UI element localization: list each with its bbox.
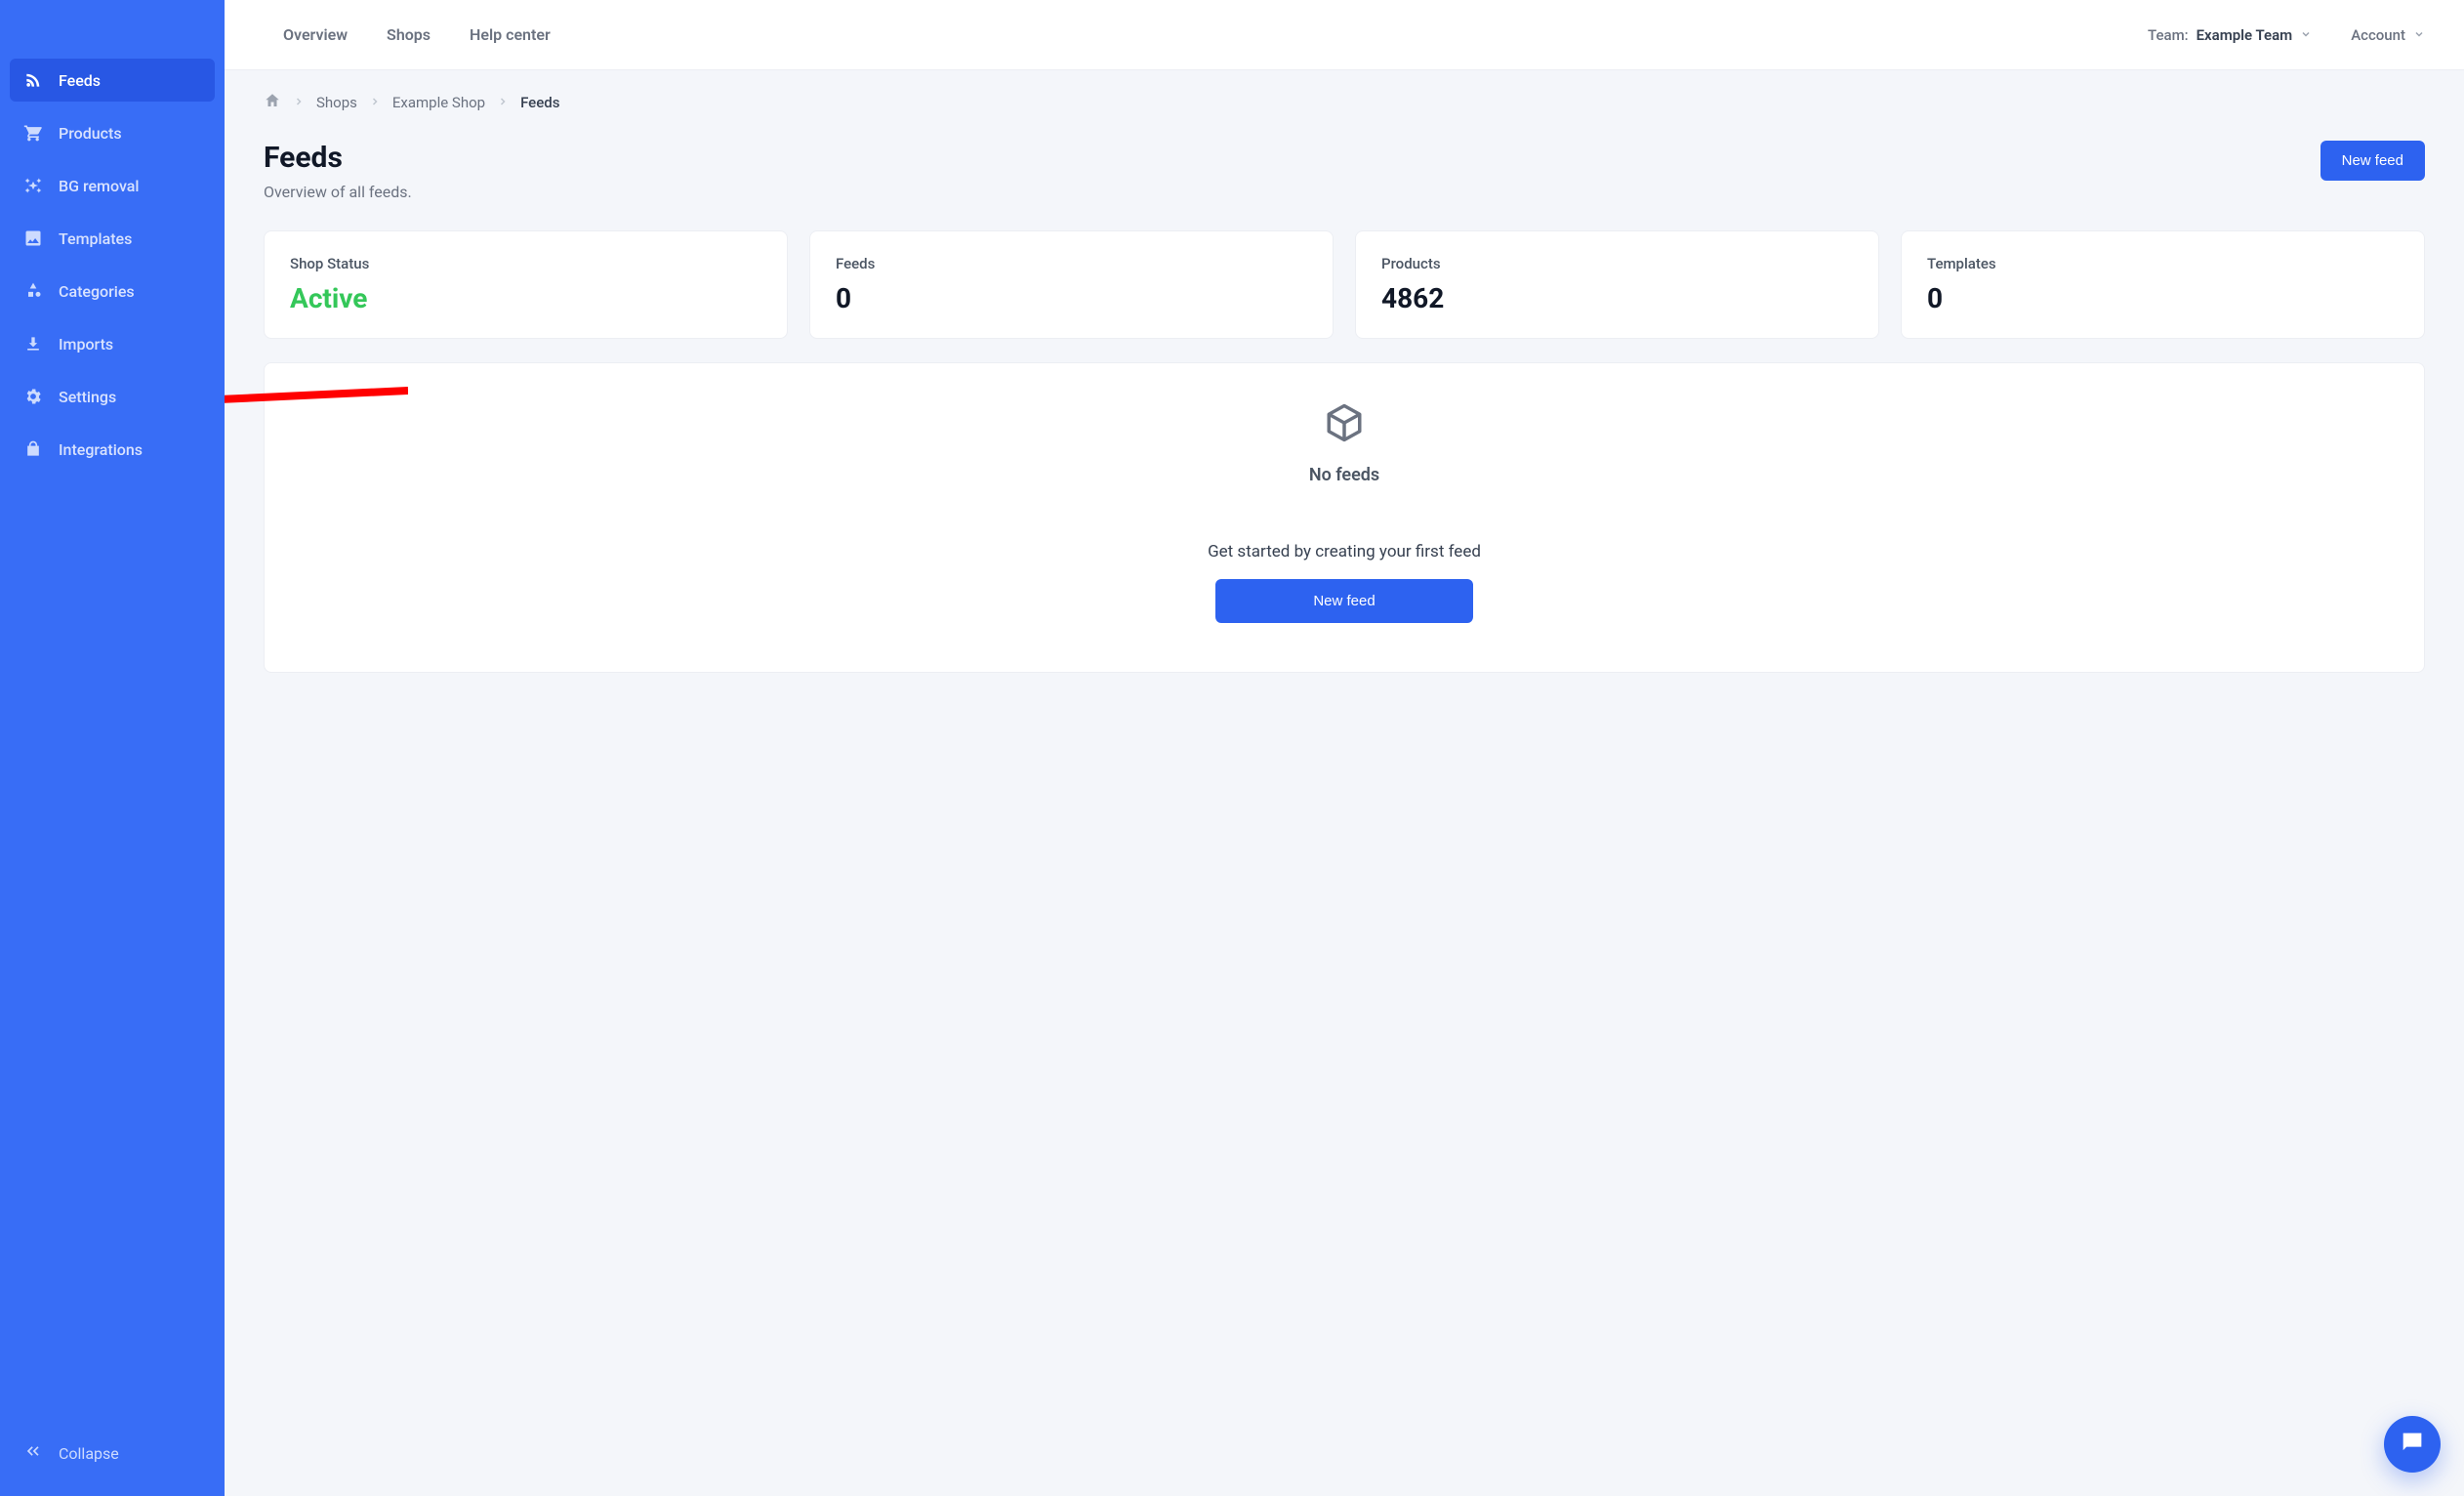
- sidebar-item-label: Integrations: [59, 440, 143, 459]
- account-menu[interactable]: Account: [2351, 26, 2425, 44]
- breadcrumb-separator: [497, 94, 509, 111]
- team-switcher[interactable]: Team: Example Team: [2148, 26, 2312, 44]
- chevron-double-left-icon: [23, 1441, 43, 1465]
- account-label: Account: [2351, 26, 2405, 44]
- topnav-help[interactable]: Help center: [470, 25, 551, 44]
- stat-label: Products: [1381, 255, 1853, 272]
- sidebar-item-label: Templates: [59, 229, 132, 248]
- sidebar-item-settings[interactable]: Settings: [10, 375, 215, 418]
- topbar: Overview Shops Help center Team: Example…: [225, 0, 2464, 70]
- page-subtitle: Overview of all feeds.: [264, 183, 412, 201]
- topnav-shops[interactable]: Shops: [387, 25, 431, 44]
- empty-description: Get started by creating your first feed: [1208, 542, 1481, 561]
- chat-fab[interactable]: [2384, 1416, 2441, 1473]
- chat-icon: [2399, 1429, 2426, 1460]
- breadcrumb-separator: [369, 94, 381, 111]
- stat-card-feeds: Feeds 0: [809, 230, 1334, 339]
- lock-icon: [23, 439, 43, 459]
- sidebar-collapse-button[interactable]: Collapse: [10, 1430, 215, 1476]
- page-title: Feeds: [264, 141, 412, 175]
- topbar-right: Team: Example Team Account: [2148, 26, 2425, 44]
- stat-card-templates: Templates 0: [1901, 230, 2425, 339]
- breadcrumb: Shops Example Shop Feeds: [264, 92, 2425, 113]
- stat-value: 0: [836, 282, 1307, 314]
- sidebar-collapse-label: Collapse: [59, 1444, 119, 1463]
- cart-icon: [23, 123, 43, 143]
- home-icon[interactable]: [264, 92, 281, 113]
- stat-card-products: Products 4862: [1355, 230, 1879, 339]
- image-icon: [23, 229, 43, 248]
- sidebar-item-categories[interactable]: Categories: [10, 270, 215, 312]
- empty-state-card: No feeds Get started by creating your fi…: [264, 362, 2425, 673]
- sidebar-item-label: Products: [59, 124, 122, 143]
- sidebar-item-label: Categories: [59, 282, 135, 301]
- sidebar-item-label: BG removal: [59, 177, 139, 195]
- empty-title: No feeds: [1309, 465, 1379, 485]
- chevron-down-icon: [2413, 26, 2425, 44]
- stat-value: 4862: [1381, 282, 1853, 314]
- stats-cards: Shop Status Active Feeds 0 Products 4862…: [264, 230, 2425, 339]
- sidebar-item-feeds[interactable]: Feeds: [10, 59, 215, 102]
- page-content: Shops Example Shop Feeds Feeds Overview …: [225, 70, 2464, 712]
- cube-icon: [1324, 402, 1365, 447]
- stat-card-shop-status: Shop Status Active: [264, 230, 788, 339]
- sidebar-item-integrations[interactable]: Integrations: [10, 428, 215, 471]
- new-feed-button[interactable]: New feed: [2320, 141, 2425, 181]
- download-icon: [23, 334, 43, 353]
- sidebar-item-imports[interactable]: Imports: [10, 322, 215, 365]
- empty-new-feed-button[interactable]: New feed: [1215, 579, 1472, 623]
- rss-icon: [23, 70, 43, 90]
- sidebar-item-bg-removal[interactable]: BG removal: [10, 164, 215, 207]
- main-area: Overview Shops Help center Team: Example…: [225, 0, 2464, 1496]
- sidebar-item-label: Imports: [59, 335, 113, 353]
- breadcrumb-shops[interactable]: Shops: [316, 94, 357, 111]
- sparkle-icon: [23, 176, 43, 195]
- sidebar-nav: Feeds Products BG removal Templates: [10, 59, 215, 1430]
- stat-label: Shop Status: [290, 255, 761, 272]
- stat-label: Feeds: [836, 255, 1307, 272]
- breadcrumb-current: Feeds: [520, 94, 559, 111]
- stat-value: Active: [290, 282, 761, 314]
- stat-label: Templates: [1927, 255, 2399, 272]
- sidebar-item-label: Settings: [59, 388, 116, 406]
- topnav-overview[interactable]: Overview: [283, 25, 348, 44]
- team-name: Example Team: [2197, 26, 2293, 44]
- breadcrumb-shop[interactable]: Example Shop: [392, 94, 485, 111]
- sidebar: Feeds Products BG removal Templates: [0, 0, 225, 1496]
- sidebar-item-label: Feeds: [59, 71, 101, 90]
- sidebar-item-products[interactable]: Products: [10, 111, 215, 154]
- topnav: Overview Shops Help center: [283, 25, 551, 44]
- gear-icon: [23, 387, 43, 406]
- stat-value: 0: [1927, 282, 2399, 314]
- breadcrumb-separator: [293, 94, 305, 111]
- shapes-icon: [23, 281, 43, 301]
- chevron-down-icon: [2300, 26, 2312, 44]
- team-prefix: Team:: [2148, 26, 2189, 44]
- sidebar-item-templates[interactable]: Templates: [10, 217, 215, 260]
